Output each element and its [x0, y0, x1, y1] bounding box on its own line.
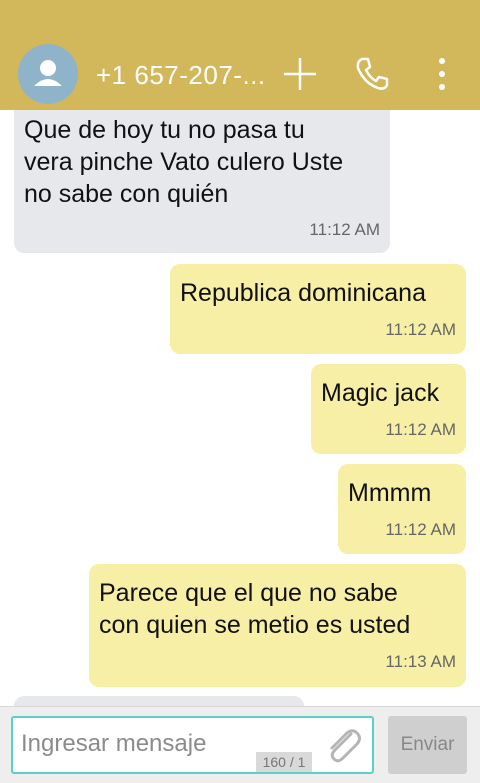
message-bubble-outgoing[interactable]: Parece que el que no sabe con quien se m…	[89, 564, 466, 687]
message-time: 11:12 AM	[385, 320, 456, 339]
contact-name[interactable]: +1 657-207-...	[96, 60, 266, 91]
message-line: Que de hoy tu no pasa tu	[24, 116, 305, 144]
more-vertical-icon[interactable]	[436, 56, 448, 92]
message-bubble-incoming[interactable]	[14, 696, 304, 706]
message-time: 11:12 AM	[385, 420, 456, 439]
phone-icon[interactable]	[354, 56, 390, 92]
message-line: no sabe con quién	[24, 180, 229, 208]
message-time: 11:12 AM	[309, 220, 380, 239]
message-bubble-outgoing[interactable]: Mmmm 11:12 AM	[338, 464, 466, 554]
message-list[interactable]: Que de hoy tu no pasa tu vera pinche Vat…	[0, 110, 480, 706]
message-line: vera pinche Vato culero Uste	[24, 148, 344, 176]
message-composer: Ingresar mensaje 160 / 1 Enviar	[0, 706, 480, 783]
message-line: Parece que el que no sabe	[99, 579, 398, 607]
send-button[interactable]: Enviar	[388, 716, 467, 774]
message-line: Mmmm	[348, 479, 432, 507]
conversation-header: +1 657-207-...	[0, 0, 480, 110]
person-icon	[34, 60, 62, 86]
character-counter: 160 / 1	[256, 752, 312, 772]
message-time: 11:13 AM	[385, 652, 456, 671]
paperclip-icon[interactable]	[321, 724, 365, 768]
message-input[interactable]: Ingresar mensaje 160 / 1	[11, 716, 374, 774]
message-line: con quien se metio es usted	[99, 611, 411, 639]
message-text: Parece que el que no sabe con quien se m…	[99, 577, 410, 641]
plus-icon[interactable]	[282, 56, 318, 92]
message-line: Republica dominicana	[180, 279, 426, 307]
message-input-placeholder: Ingresar mensaje	[21, 730, 207, 757]
contact-avatar[interactable]	[18, 44, 78, 104]
message-line: Magic jack	[321, 379, 440, 407]
message-bubble-outgoing[interactable]: Republica dominicana 11:12 AM	[170, 264, 466, 354]
message-bubble-outgoing[interactable]: Magic jack 11:12 AM	[311, 364, 466, 454]
message-time: 11:12 AM	[385, 520, 456, 539]
message-bubble-incoming[interactable]: Que de hoy tu no pasa tu vera pinche Vat…	[14, 110, 390, 253]
message-text: Que de hoy tu no pasa tu vera pinche Vat…	[24, 114, 343, 210]
